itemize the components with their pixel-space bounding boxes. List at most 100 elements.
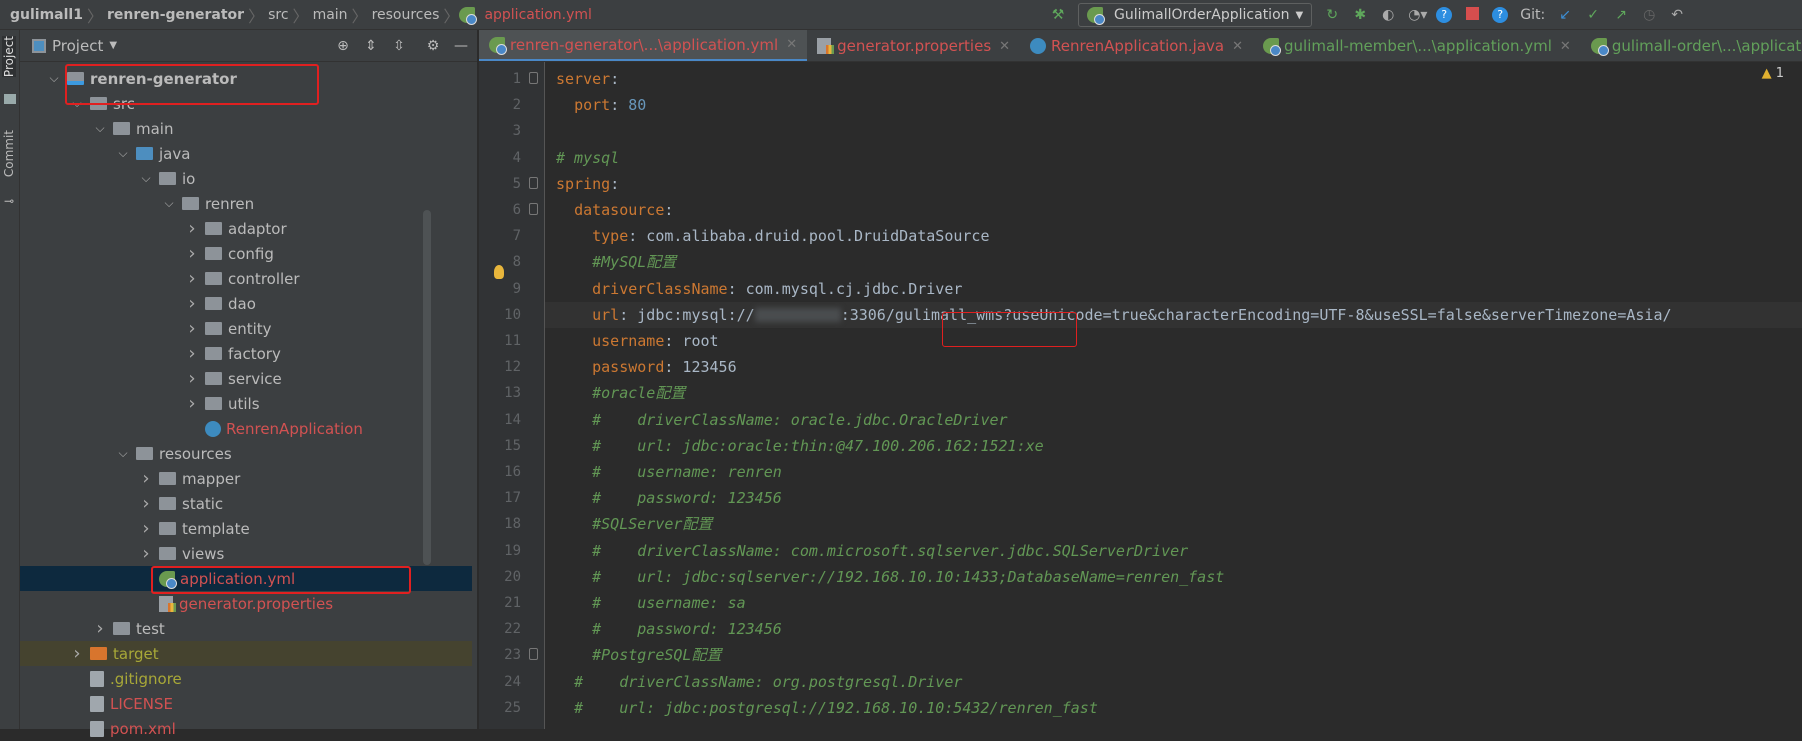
project-tree-scrollbar[interactable] [423,210,431,565]
tree-item[interactable]: › service [20,366,472,391]
code-line[interactable] [556,118,1802,144]
code-line[interactable]: port: 80 [556,92,1802,118]
tree-item[interactable]: › adaptor [20,216,472,241]
tree-item[interactable]: › controller [20,266,472,291]
tree-item[interactable]: generator.properties [20,591,472,616]
tree-item[interactable]: › template [20,516,472,541]
editor-tab[interactable]: renren-generator\...\application.yml ✕ [479,30,808,61]
chevron-right-icon[interactable]: › [70,643,84,664]
chevron-right-icon[interactable]: › [139,468,153,489]
code-line[interactable]: driverClassName: com.mysql.cj.jdbc.Drive… [556,276,1802,302]
chevron-down-icon[interactable]: ⌵ [116,446,130,461]
code-line[interactable]: # driverClassName: com.microsoft.sqlserv… [556,538,1802,564]
breadcrumb-item[interactable]: resources [368,7,444,23]
chevron-down-icon[interactable]: ⌵ [47,71,61,86]
chevron-right-icon[interactable]: › [139,493,153,514]
code-line[interactable]: # url: jdbc:sqlserver://192.168.10.10:14… [556,564,1802,590]
rollback-icon[interactable]: ↶ [1669,7,1685,23]
debug-bug-icon[interactable]: ✱ [1352,7,1368,23]
git-push-icon[interactable]: ↗ [1613,7,1629,23]
chevron-right-icon[interactable]: › [185,293,199,314]
tree-item[interactable]: RenrenApplication [20,416,472,441]
close-tab-icon[interactable]: ✕ [786,37,797,52]
collapse-all-icon[interactable]: ⇳ [391,38,407,54]
tree-item[interactable]: › factory [20,341,472,366]
code-line[interactable]: spring: [556,171,1802,197]
project-tool-tab[interactable]: Project [2,36,16,78]
chevron-right-icon[interactable]: › [185,393,199,414]
fold-marker-icon[interactable] [529,203,538,215]
intention-bulb-icon[interactable] [494,265,504,279]
breadcrumb-item[interactable]: gulimall1 [6,7,87,23]
tree-item[interactable]: ⌵ resources [20,441,472,466]
code-line[interactable]: #SQLServer配置 [556,511,1802,537]
tree-item[interactable]: ⌵ main [20,116,472,141]
chevron-right-icon[interactable]: › [93,618,107,639]
tree-item[interactable]: › views [20,541,472,566]
fold-marker-icon[interactable] [529,648,538,661]
tree-item[interactable]: › target [20,641,472,666]
close-tab-icon[interactable]: ✕ [999,39,1010,54]
code-line[interactable]: # driverClassName: oracle.jdbc.OracleDri… [556,407,1802,433]
tree-item[interactable]: › mapper [20,466,472,491]
breadcrumb-item[interactable]: main [309,7,352,23]
code-line[interactable]: #MySQL配置 [556,249,1802,275]
chevron-down-icon[interactable]: ⌵ [162,196,176,211]
fold-marker-icon[interactable] [529,72,538,84]
code-line[interactable]: type: com.alibaba.druid.pool.DruidDataSo… [556,223,1802,249]
chevron-right-icon[interactable]: › [185,218,199,239]
code-line[interactable]: server: [556,66,1802,92]
chevron-down-icon[interactable]: ▼ [109,40,117,51]
chevron-down-icon[interactable]: ⌵ [116,146,130,161]
stop-icon[interactable] [1464,7,1480,23]
tree-item[interactable]: .gitignore [20,666,472,691]
close-tab-icon[interactable]: ✕ [1560,39,1571,54]
editor-tab[interactable]: generator.properties ✕ [807,30,1020,61]
help-icon[interactable]: ? [1492,7,1509,23]
tree-item[interactable]: › utils [20,391,472,416]
build-hammer-icon[interactable]: ⚒ [1050,7,1066,23]
run-configuration-dropdown[interactable]: GulimallOrderApplication ▼ [1078,3,1313,27]
chevron-right-icon[interactable]: › [185,268,199,289]
services-icon[interactable]: ? [1436,7,1453,23]
chevron-down-icon[interactable]: ⌵ [93,121,107,136]
code-editor[interactable]: 1 2 3 4 5 6 7 8 9 10 11 12 13 14 15 16 17 18 19 20 21 22 23 24 2… [479,62,1802,729]
tree-item[interactable]: › config [20,241,472,266]
chevron-right-icon[interactable]: › [139,543,153,564]
close-tab-icon[interactable]: ✕ [1232,39,1243,54]
inspection-widget[interactable]: ▲ 1 [1762,66,1784,81]
breadcrumb-item[interactable]: renren-generator [103,7,248,23]
code-line[interactable]: # driverClassName: org.postgresql.Driver [556,669,1802,695]
editor-tab[interactable]: RenrenApplication.java ✕ [1020,30,1253,61]
fold-marker-icon[interactable] [529,176,538,189]
tree-item[interactable]: › static [20,491,472,516]
tree-item[interactable]: ⌵ java [20,141,472,166]
code-line[interactable]: password: 123456 [556,354,1802,380]
breadcrumb-item[interactable]: application.yml [480,7,596,23]
history-icon[interactable]: ◷ [1641,7,1657,23]
commit-tool-tab[interactable]: Commit [2,130,16,177]
tree-item[interactable]: › entity [20,316,472,341]
editor-tab[interactable]: gulimall-order\...\application.yml [1581,30,1802,61]
hide-panel-icon[interactable]: — [453,38,469,54]
editor-tab[interactable]: gulimall-member\...\application.yml ✕ [1253,30,1581,61]
code-line[interactable]: # password: 123456 [556,485,1802,511]
code-line[interactable]: # url: jdbc:oracle:thin:@47.100.206.162:… [556,433,1802,459]
breadcrumb-item[interactable]: src [264,7,292,23]
code-line[interactable]: # username: renren [556,459,1802,485]
chevron-right-icon[interactable]: › [139,518,153,539]
code-line[interactable]: # password: 123456 [556,616,1802,642]
chevron-down-icon[interactable]: ⌵ [139,171,153,186]
code-line[interactable]: username: root [556,328,1802,354]
code-line[interactable]: # url: jdbc:postgresql://192.168.10.10:5… [556,695,1802,721]
chevron-right-icon[interactable]: › [185,368,199,389]
git-commit-icon[interactable]: ✓ [1585,7,1601,23]
code-line[interactable]: datasource: [556,197,1802,223]
rerun-icon[interactable]: ↻ [1324,7,1340,23]
code-line[interactable]: # mysql [556,145,1802,171]
chevron-right-icon[interactable]: › [185,318,199,339]
code-line[interactable]: #oracle配置 [556,380,1802,406]
gear-icon[interactable]: ⚙ [425,38,441,54]
coverage-icon[interactable]: ◐ [1380,7,1396,23]
project-view-dropdown[interactable]: Project [52,37,103,55]
